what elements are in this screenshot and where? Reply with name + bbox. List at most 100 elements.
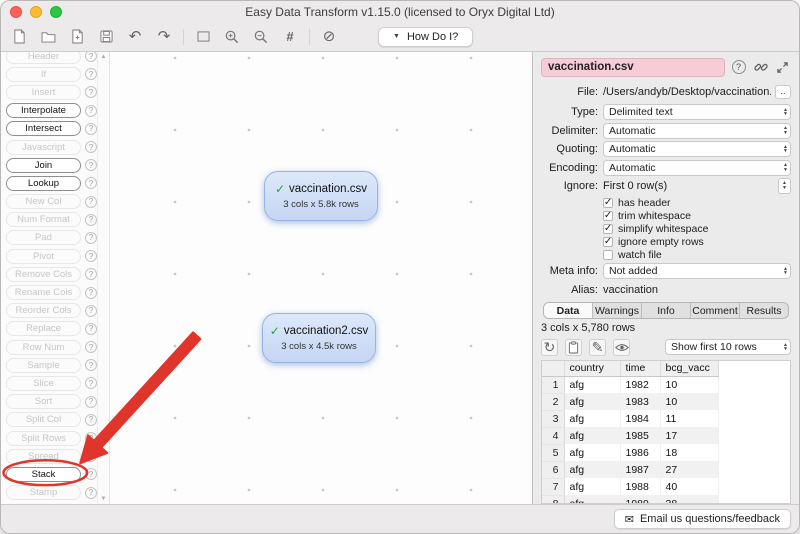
help-icon[interactable]: ?	[85, 250, 97, 262]
help-icon[interactable]: ?	[85, 105, 97, 117]
transform-button-if: If	[6, 67, 81, 82]
help-icon[interactable]: ?	[85, 232, 97, 244]
dropdown-delimiter[interactable]: Automatic▲▼	[603, 123, 791, 139]
help-icon[interactable]: ?	[85, 196, 97, 208]
help-icon[interactable]: ?	[85, 396, 97, 408]
help-icon[interactable]: ?	[85, 123, 97, 135]
table-cell: 10	[660, 376, 718, 393]
open-file-button[interactable]	[38, 27, 58, 47]
field-label: Delimiter:	[541, 125, 603, 137]
table-cell: afg	[564, 393, 620, 410]
scroll-up-icon[interactable]: ▲	[101, 54, 107, 60]
dropdown-encoding[interactable]: Automatic▲▼	[603, 160, 791, 176]
table-cell: afg	[564, 410, 620, 427]
transform-row: Header?	[1, 52, 97, 65]
help-icon[interactable]: ?	[85, 159, 97, 171]
help-icon[interactable]: ?	[85, 214, 97, 226]
help-icon[interactable]: ?	[85, 323, 97, 335]
undo-button[interactable]: ↶	[125, 27, 145, 47]
help-icon[interactable]: ?	[85, 268, 97, 280]
help-icon[interactable]: ?	[85, 305, 97, 317]
checkbox-has-header[interactable]: ✓	[603, 198, 613, 208]
dropdown-meta-info[interactable]: Not added▲▼	[603, 263, 791, 279]
help-icon[interactable]: ?	[85, 432, 97, 444]
how-do-i-button[interactable]: ▼ How Do I?	[378, 27, 473, 47]
table-summary: 3 cols x 5,780 rows	[541, 322, 791, 336]
expand-button[interactable]	[774, 59, 791, 76]
feedback-label: Email us questions/feedback	[640, 513, 780, 525]
chevron-down: ▼	[783, 271, 788, 276]
node-vaccination2-csv[interactable]: ✓vaccination2.csv3 cols x 4.5k rows	[262, 313, 376, 363]
edit-button[interactable]: ✎	[589, 339, 606, 356]
help-icon[interactable]: ?	[85, 377, 97, 389]
transform-button-insert: Insert	[6, 85, 81, 100]
transform-button-lookup[interactable]: Lookup	[6, 176, 81, 191]
main-area: Header?If?Insert?Interpolate?Intersect?J…	[1, 52, 799, 504]
dropdown-quoting[interactable]: Automatic▲▼	[603, 141, 791, 157]
zoom-button[interactable]	[50, 6, 62, 18]
node-name-field[interactable]: vaccination.csv	[541, 58, 725, 77]
help-icon[interactable]: ?	[85, 52, 97, 62]
help-icon[interactable]: ?	[85, 68, 97, 80]
help-icon[interactable]: ?	[85, 450, 97, 462]
table-cell: 1987	[620, 461, 660, 478]
node-subtitle: 3 cols x 4.5k rows	[281, 341, 357, 352]
transform-button-stack[interactable]: Stack	[6, 467, 81, 482]
status-bar: ✉ Email us questions/feedback	[1, 504, 799, 533]
help-icon[interactable]: ?	[85, 487, 97, 499]
browse-button[interactable]: ..	[775, 85, 791, 99]
checkbox-label: has header	[618, 197, 671, 209]
tab-data[interactable]: Data	[544, 303, 593, 318]
checkbox-ignore-empty-rows[interactable]: ✓	[603, 237, 613, 247]
new-file-button[interactable]	[9, 27, 29, 47]
help-icon[interactable]: ?	[85, 177, 97, 189]
checkbox-trim-whitespace[interactable]: ✓	[603, 211, 613, 221]
close-button[interactable]	[10, 6, 22, 18]
dropdown-type[interactable]: Delimited text▲▼	[603, 104, 791, 120]
zoom-reset-button[interactable]: #	[280, 27, 300, 47]
help-button[interactable]: ?	[730, 59, 747, 76]
tab-info[interactable]: Info	[642, 303, 691, 318]
zoom-out-button[interactable]	[251, 27, 271, 47]
scroll-down-icon[interactable]: ▼	[101, 496, 107, 502]
show-rows-dropdown[interactable]: Show first 10 rows ▲▼	[665, 339, 791, 355]
cancel-button[interactable]: ⊘	[319, 27, 339, 47]
help-icon[interactable]: ?	[85, 341, 97, 353]
column-header-country: country	[564, 361, 620, 376]
help-icon[interactable]: ?	[85, 468, 97, 480]
tab-comment[interactable]: Comment	[691, 303, 740, 318]
chevron-updown-icon: ▲▼	[780, 267, 788, 276]
feedback-button[interactable]: ✉ Email us questions/feedback	[614, 509, 791, 529]
transform-button-header: Header	[6, 52, 81, 64]
help-icon[interactable]: ?	[85, 141, 97, 153]
copy-button[interactable]	[565, 339, 582, 356]
add-file-button[interactable]	[67, 27, 87, 47]
view-button[interactable]	[613, 339, 630, 356]
help-icon[interactable]: ?	[85, 414, 97, 426]
zoom-in-button[interactable]	[222, 27, 242, 47]
checkbox-label: ignore empty rows	[618, 236, 704, 248]
field-label: Encoding:	[541, 162, 603, 174]
transform-button-interpolate[interactable]: Interpolate	[6, 103, 81, 118]
help-icon[interactable]: ?	[85, 359, 97, 371]
checkbox-simplify-whitespace[interactable]: ✓	[603, 224, 613, 234]
tab-warnings[interactable]: Warnings	[593, 303, 642, 318]
save-button[interactable]	[96, 27, 116, 47]
select-tool-button[interactable]	[193, 27, 213, 47]
transform-row: Interpolate?	[1, 102, 97, 120]
transform-button-intersect[interactable]: Intersect	[6, 121, 81, 136]
checkbox-watch-file[interactable]	[603, 250, 613, 260]
help-icon[interactable]: ?	[85, 287, 97, 299]
refresh-button[interactable]: ↻	[541, 339, 558, 356]
sidebar-scrollbar[interactable]: ▲ ▼	[97, 52, 109, 504]
help-icon[interactable]: ?	[85, 86, 97, 98]
transform-button-replace: Replace	[6, 321, 81, 336]
link-button[interactable]	[752, 59, 769, 76]
stepper[interactable]: ▲▼	[778, 178, 791, 194]
chevron-updown-icon: ▲▼	[780, 163, 788, 172]
minimize-button[interactable]	[30, 6, 42, 18]
transform-button-join[interactable]: Join	[6, 158, 81, 173]
node-vaccination-csv[interactable]: ✓vaccination.csv3 cols x 5.8k rows	[264, 171, 378, 221]
redo-button[interactable]: ↷	[154, 27, 174, 47]
tab-results[interactable]: Results	[740, 303, 788, 318]
